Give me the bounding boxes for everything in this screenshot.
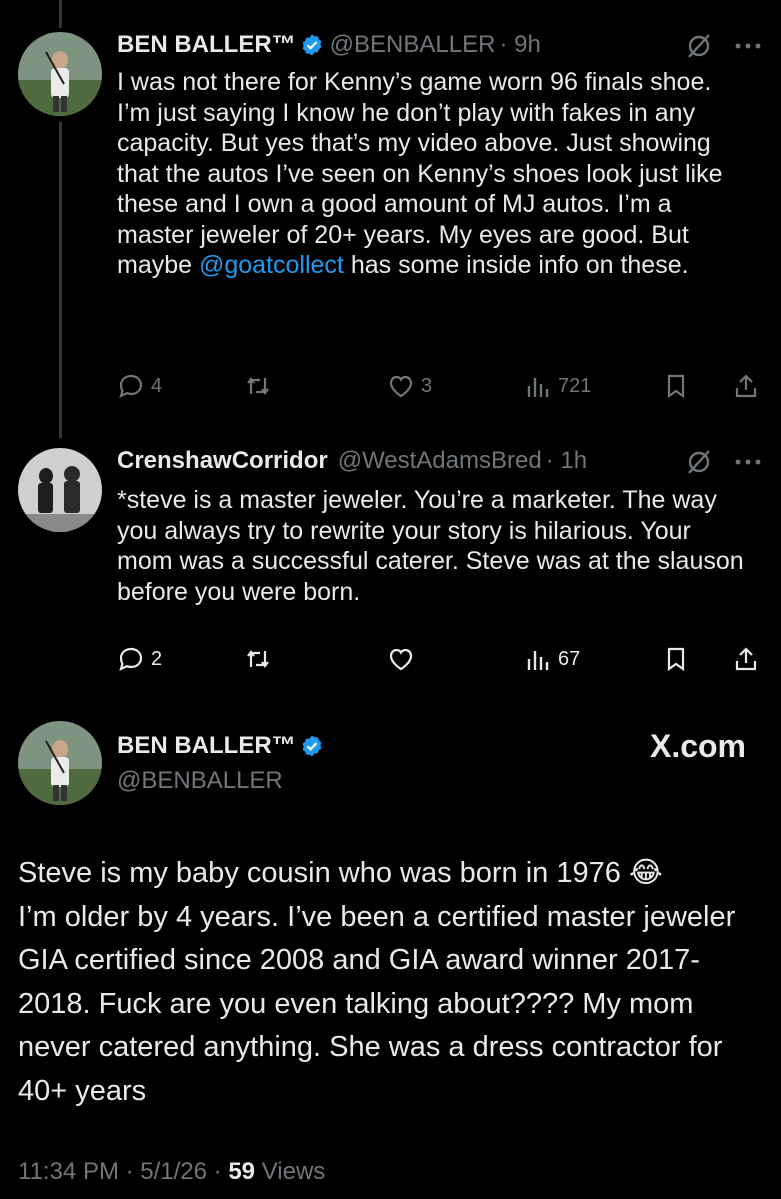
author-name[interactable]: CrenshawCorridor [117,446,328,476]
bookmark-icon [667,374,685,399]
post-time[interactable]: · 1h [546,446,587,476]
avatar[interactable] [18,721,102,805]
like-count: 3 [421,374,433,397]
action-bar: 2 67 [117,645,757,675]
more-icon[interactable] [735,458,761,466]
avatar[interactable] [18,32,102,116]
verified-icon [302,735,322,757]
retweet-icon [247,650,269,668]
reply-button[interactable]: 4 [117,372,162,400]
tweet-text-part: has some inside info on these. [343,251,689,279]
bookmark-button[interactable] [662,372,690,400]
avatar-image [18,448,102,532]
like-icon [389,375,413,398]
reply-icon [119,647,143,672]
reply-icon [119,374,143,399]
mention-link[interactable]: @goatcollect [199,251,344,279]
views-button[interactable]: 721 [524,372,591,400]
author-name[interactable]: BEN BALLER™ [117,731,296,761]
views-count: 67 [558,647,581,670]
author-handle[interactable]: @BENBALLER [330,30,496,60]
action-bar: 4 3 721 [117,372,757,402]
share-button[interactable] [732,372,760,400]
tweet-header-handle: @BENBALLER [117,766,283,796]
tweet-text-part: I’m older by 4 years. I’ve been a certif… [18,900,736,1107]
tweet-header: CrenshawCorridor @WestAdamsBred · 1h [117,446,587,476]
tweet-text-line: Steve is my baby cousin who was born in … [18,857,621,889]
avatar[interactable] [18,448,102,532]
main-tweet[interactable]: BEN BALLER™ @BENBALLER X.com Steve is my… [0,700,781,1199]
tweet-text: I was not there for Kenny’s game worn 96… [117,67,747,281]
share-button[interactable] [732,645,760,673]
share-icon [735,647,757,671]
tweet-2[interactable]: CrenshawCorridor @WestAdamsBred · 1h *st… [0,440,781,700]
author-name[interactable]: BEN BALLER™ [117,30,296,60]
more-icon[interactable] [735,42,761,50]
like-button[interactable] [387,645,415,673]
reply-button[interactable]: 2 [117,645,162,673]
tweet-header: BEN BALLER™ [117,731,324,761]
timestamp[interactable]: 11:34 PM · 5/1/26 · [18,1158,228,1185]
author-handle[interactable]: @WestAdamsBred [338,446,542,476]
like-icon [389,648,413,671]
laughing-emoji-icon: 😂 [628,857,663,889]
reply-count: 4 [151,374,163,397]
share-icon [735,374,757,398]
views-label: Views [261,1158,326,1185]
views-icon [527,378,549,397]
views-button[interactable]: 67 [524,645,580,673]
views-icon [527,651,549,670]
post-time[interactable]: · 9h [499,30,540,60]
retweet-button[interactable] [244,645,272,673]
verified-icon [302,34,322,56]
grok-icon[interactable] [685,448,713,476]
tweet-header: BEN BALLER™ @BENBALLER · 9h [117,30,541,60]
bookmark-icon [667,647,685,672]
tweet-meta: 11:34 PM · 5/1/26 · 59 Views [18,1158,325,1186]
tweet-text: *steve is a master jeweler. You’re a mar… [117,486,744,606]
grok-icon[interactable] [685,32,713,60]
views-count: 59 [228,1158,256,1185]
tweet-1[interactable]: BEN BALLER™ @BENBALLER · 9h I was not th… [0,0,781,440]
avatar-image [18,721,102,805]
retweet-button[interactable] [244,372,272,400]
x-com-watermark: X.com [649,728,746,764]
avatar-image [18,32,102,116]
bookmark-button[interactable] [662,645,690,673]
like-button[interactable]: 3 [387,372,432,400]
views-count: 721 [558,374,592,397]
tweet-top-icons [685,448,761,476]
tweet-text-part: I was not there for Kenny’s game worn 96… [117,68,723,279]
retweet-icon [247,377,269,395]
tweet-top-icons [685,32,761,60]
reply-count: 2 [151,647,163,670]
tweet-text: Steve is my baby cousin who was born in … [18,852,758,1113]
author-handle[interactable]: @BENBALLER [117,766,283,796]
